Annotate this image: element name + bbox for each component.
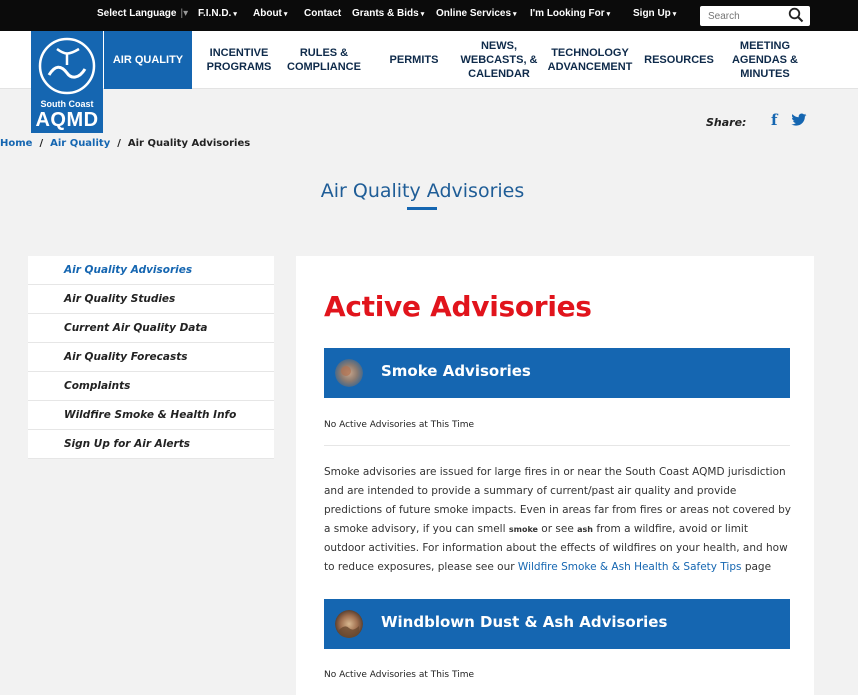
nav-air-quality-label: AIR QUALITY	[112, 54, 184, 66]
sidebar-item-air-quality-studies[interactable]: Air Quality Studies	[28, 285, 274, 314]
wildfire-tips-link[interactable]: Wildfire Smoke & Ash Health & Safety Tip…	[518, 561, 742, 573]
nav-permits-label: PERMITS	[389, 54, 439, 66]
smoke-thumbnail-icon	[335, 359, 363, 387]
smoke-description: Smoke advisories are issued for large fi…	[324, 463, 792, 577]
sidebar-item-sign-up-air-alerts[interactable]: Sign Up for Air Alerts	[28, 430, 274, 459]
nav-meeting-agendas[interactable]: MEETING AGENDAS & MINUTES	[724, 31, 806, 89]
facebook-icon[interactable]: f	[771, 111, 777, 129]
page-title: Air Quality Advisories	[320, 180, 525, 202]
title-underline	[407, 207, 437, 210]
aqmd-logo[interactable]: South Coast AQMD	[31, 31, 103, 133]
dust-thumbnail-icon	[335, 610, 363, 638]
dust-status-text: No Active Advisories at This Time	[324, 670, 475, 680]
dust-ash-advisories-header: Windblown Dust & Ash Advisories	[324, 599, 790, 649]
sidebar-item-air-quality-forecasts[interactable]: Air Quality Forecasts	[28, 343, 274, 372]
nav-resources[interactable]: RESOURCES	[640, 31, 718, 89]
topnav-sign-up[interactable]: Sign Up ▾	[633, 8, 676, 19]
nav-meeting-label: MEETING AGENDAS & MINUTES	[731, 40, 798, 80]
sidebar-menu: Air Quality Advisories Air Quality Studi…	[28, 256, 274, 459]
desc-smoke-word: smoke	[508, 525, 538, 534]
breadcrumb: Home / Air Quality / Air Quality Advisories	[0, 138, 250, 149]
dust-ash-advisories-title: Windblown Dust & Ash Advisories	[381, 613, 668, 631]
nav-rules-compliance[interactable]: RULES & COMPLIANCE	[284, 31, 364, 89]
chevron-down-icon: ▾	[233, 11, 237, 18]
nav-incentive-programs[interactable]: INCENTIVE PROGRAMS	[196, 31, 282, 89]
chevron-down-icon: ▾	[513, 11, 517, 18]
search-input[interactable]	[700, 6, 784, 27]
active-advisories-heading: Active Advisories	[324, 290, 592, 323]
breadcrumb-air-quality[interactable]: Air Quality	[50, 138, 110, 149]
nav-news-label: NEWS, WEBCASTS, & CALENDAR	[460, 40, 538, 80]
sidebar-item-air-quality-advisories[interactable]: Air Quality Advisories	[28, 256, 274, 285]
nav-news-webcasts-calendar[interactable]: NEWS, WEBCASTS, & CALENDAR	[458, 31, 540, 89]
nav-resources-label: RESOURCES	[644, 54, 714, 66]
twitter-icon[interactable]	[791, 113, 807, 127]
topnav-contact[interactable]: Contact	[304, 8, 341, 19]
logo-text-aqmd: AQMD	[35, 109, 99, 131]
smoke-advisories-header: Smoke Advisories	[324, 348, 790, 398]
smoke-status-text: No Active Advisories at This Time	[324, 420, 475, 430]
sidebar-item-current-air-quality-data[interactable]: Current Air Quality Data	[28, 314, 274, 343]
search-icon[interactable]	[788, 7, 804, 23]
nav-air-quality[interactable]: AIR QUALITY	[104, 31, 192, 89]
sidebar-item-complaints[interactable]: Complaints	[28, 372, 274, 401]
nav-incentive-label: INCENTIVE PROGRAMS	[206, 47, 272, 73]
topnav-find[interactable]: F.I.N.D. ▾	[198, 8, 237, 19]
nav-technology-advancement[interactable]: TECHNOLOGY ADVANCEMENT	[546, 31, 634, 89]
section-divider	[324, 445, 790, 446]
topnav-grants-label: Grants & Bids	[352, 8, 419, 19]
nav-permits[interactable]: PERMITS	[382, 31, 446, 89]
topnav-online-label: Online Services	[436, 8, 512, 19]
topnav-grants-bids[interactable]: Grants & Bids ▾	[352, 8, 424, 19]
chevron-down-icon: ▾	[606, 11, 611, 18]
breadcrumb-current: Air Quality Advisories	[127, 138, 251, 149]
breadcrumb-separator: /	[117, 138, 121, 149]
share-label: Share:	[706, 116, 747, 129]
search-box	[700, 6, 810, 27]
breadcrumb-separator: /	[39, 138, 44, 149]
chevron-down-icon: ▾	[672, 11, 677, 18]
desc-ash-word: ash	[577, 525, 593, 534]
breadcrumb-home[interactable]: Home	[0, 138, 32, 149]
topnav-looking-for[interactable]: I'm Looking For ▾	[530, 8, 610, 19]
chevron-down-icon: ▾	[420, 11, 425, 18]
sidebar-item-wildfire-smoke-health[interactable]: Wildfire Smoke & Health Info	[28, 401, 274, 430]
desc-text-4: page	[741, 561, 772, 573]
logo-text-south-coast: South Coast	[40, 99, 94, 109]
main-navigation: AIR QUALITY INCENTIVE PROGRAMS RULES & C…	[0, 31, 858, 89]
chevron-down-icon: ▾	[283, 11, 288, 18]
aqmd-emblem-icon	[38, 37, 96, 95]
main-content-card: Active Advisories Smoke Advisories No Ac…	[296, 256, 814, 695]
topnav-about[interactable]: About ▾	[253, 8, 287, 19]
select-language-dropdown[interactable]: Select Language |▾	[97, 8, 188, 19]
topnav-signup-label: Sign Up	[633, 8, 671, 19]
select-language-label: Select Language	[97, 8, 177, 19]
topnav-online-services[interactable]: Online Services ▾	[436, 8, 517, 19]
smoke-advisories-title: Smoke Advisories	[381, 362, 531, 380]
nav-rules-label: RULES & COMPLIANCE	[287, 47, 361, 73]
dropdown-arrow-icon: |▾	[180, 8, 189, 19]
topnav-contact-label: Contact	[304, 8, 342, 19]
topnav-find-label: F.I.N.D.	[198, 8, 232, 19]
topnav-looking-label: I'm Looking For	[530, 8, 605, 19]
nav-technology-label: TECHNOLOGY ADVANCEMENT	[547, 47, 633, 73]
desc-text-2: or see	[537, 523, 578, 535]
top-utility-bar: Select Language |▾ F.I.N.D. ▾ About ▾ Conta…	[0, 0, 858, 31]
topnav-about-label: About	[253, 8, 282, 19]
